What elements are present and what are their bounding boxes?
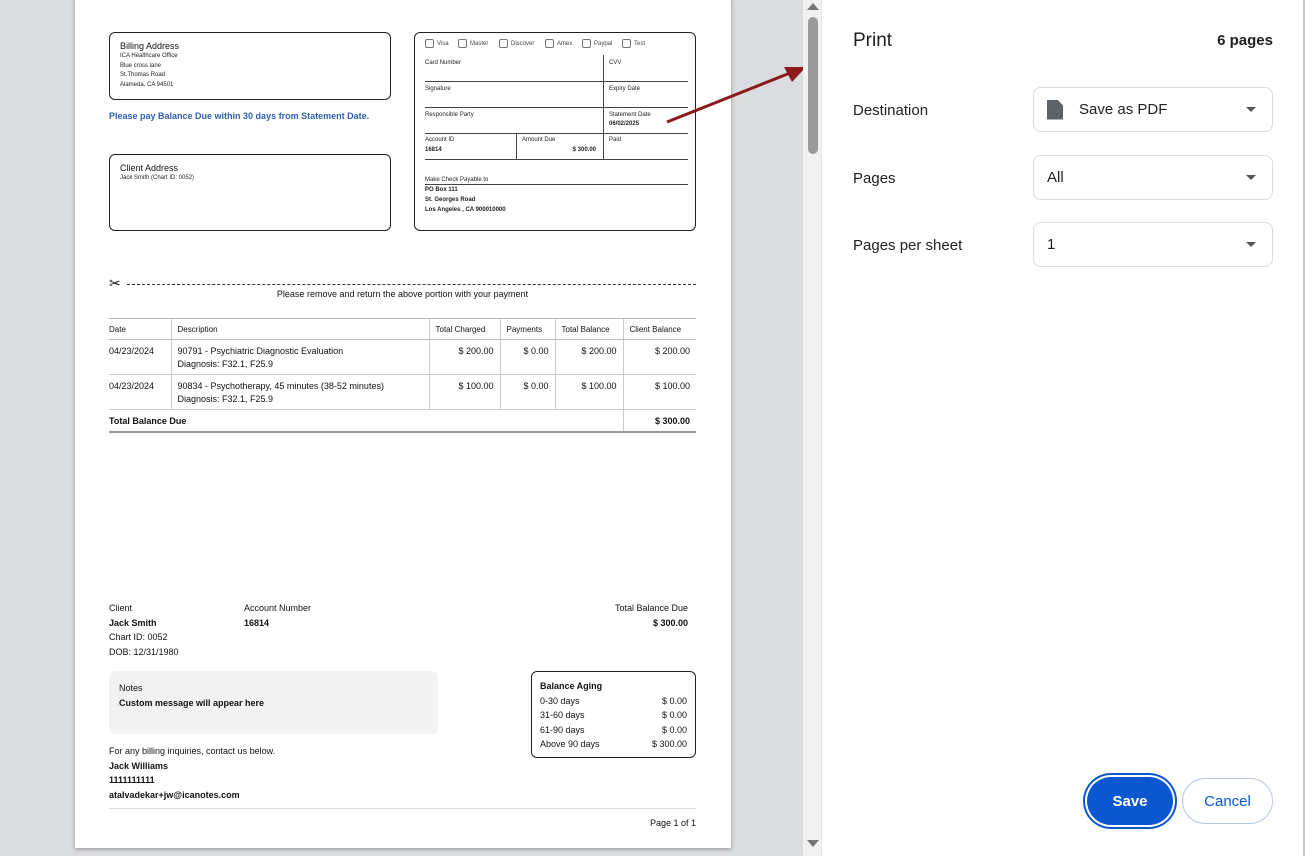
- notes-label: Notes: [119, 683, 143, 693]
- balance-aging-box: Balance Aging 0-30 days $ 0.00 31-60 days…: [531, 671, 696, 758]
- checkbox-icon: [582, 39, 591, 48]
- checkbox-icon: [425, 39, 434, 48]
- print-settings-panel: Print 6 pages Destination Save as PDF Pa…: [822, 0, 1303, 856]
- scissors-icon: ✂: [109, 275, 121, 291]
- billing-address-line: Alameda, CA 94501: [120, 81, 174, 88]
- contact-block: For any billing inquiries, contact us be…: [109, 744, 275, 802]
- col-header-total-balance: Total Balance: [554, 318, 623, 340]
- annotation-arrow-icon: [666, 67, 806, 124]
- cvv-label: CVV: [609, 60, 622, 66]
- amount-due: $ 300.00: [572, 147, 596, 153]
- dropdown-caret-icon: [1246, 242, 1256, 247]
- check-payable-line: PO Box 111: [425, 187, 458, 193]
- aging-row: 0-30 days $ 0.00: [540, 695, 687, 706]
- check-payable-line: Los Angeles , CA 900010000: [425, 207, 506, 213]
- print-title: Print: [853, 30, 893, 51]
- destination-value: Save as PDF: [1079, 101, 1168, 118]
- pages-per-sheet-select[interactable]: 1: [1033, 222, 1273, 267]
- pages-value: All: [1047, 169, 1064, 186]
- account-id: 16814: [425, 147, 442, 153]
- page-number: Page 1 of 1: [649, 818, 696, 828]
- account-id-label: Account ID: [425, 137, 455, 143]
- total-balance-due: $ 300.00: [652, 617, 688, 628]
- card-option-master[interactable]: Master: [458, 39, 488, 48]
- statement-date: 06/02/2025: [609, 121, 640, 127]
- dropdown-caret-icon: [1246, 175, 1256, 180]
- destination-select[interactable]: Save as PDF: [1033, 87, 1273, 132]
- col-header-description: Description: [170, 318, 429, 340]
- client-name: Jack Smith: [109, 617, 157, 628]
- aging-row: Above 90 days $ 300.00: [540, 739, 687, 749]
- pages-per-sheet-label: Pages per sheet: [853, 237, 963, 254]
- contact-name: Jack Williams: [109, 760, 168, 771]
- paid-label: Paid: [609, 137, 622, 143]
- cut-line: [127, 284, 696, 285]
- checkbox-icon: [622, 39, 631, 48]
- col-header-total-charged: Total Charged: [428, 318, 500, 340]
- contact-phone: 1111111111: [109, 775, 155, 785]
- card-option-test[interactable]: Test: [622, 39, 645, 48]
- account-number: 16814: [244, 617, 270, 628]
- checkbox-icon: [499, 39, 508, 48]
- pages-per-sheet-value: 1: [1047, 236, 1056, 253]
- total-row: Total Balance Due $ 300.00: [109, 409, 696, 433]
- cancel-button[interactable]: Cancel: [1182, 778, 1273, 824]
- save-button[interactable]: Save: [1087, 777, 1173, 825]
- amount-due-label: Amount Due: [522, 137, 556, 143]
- chart-id: Chart ID: 0052: [109, 632, 168, 642]
- notes-box: Notes Custom message will appear here: [109, 671, 438, 734]
- destination-label: Destination: [853, 102, 929, 119]
- col-header-client-balance: Client Balance: [622, 318, 696, 340]
- print-preview-area: Billing Address ICA Healthcare Office Bl…: [0, 0, 806, 856]
- page-count: 6 pages: [1217, 32, 1273, 49]
- card-number-label: Card Number: [425, 60, 462, 66]
- client-address-line: Jack Smith (Chart ID: 0052): [120, 175, 195, 181]
- table-row: 04/23/2024 90834 - Psychotherapy, 45 min…: [109, 374, 696, 410]
- table-row: 04/23/2024 90791 - Psychiatric Diagnosti…: [109, 339, 696, 375]
- billing-address-box: Billing Address ICA Healthcare Office Bl…: [109, 32, 391, 100]
- card-option-paypal[interactable]: Paypal: [582, 39, 612, 48]
- checkbox-icon: [545, 39, 554, 48]
- card-option-visa[interactable]: Visa: [425, 39, 449, 48]
- dropdown-caret-icon: [1246, 107, 1256, 112]
- total-summary: Total Balance Due $ 300.00: [575, 601, 688, 630]
- scroll-up-icon[interactable]: [807, 3, 819, 10]
- cut-notice: Please remove and return the above porti…: [276, 289, 529, 299]
- client-summary: Client Jack Smith Chart ID: 0052 DOB: 12…: [109, 601, 179, 659]
- aging-row: 61-90 days $ 0.00: [540, 724, 687, 735]
- billing-address-title: Billing Address: [120, 41, 180, 51]
- statement-page: Billing Address ICA Healthcare Office Bl…: [75, 0, 731, 848]
- statement-table: Date Description Total Charged Payments …: [109, 318, 696, 433]
- signature-label: Signature: [425, 86, 451, 92]
- col-header-date: Date: [109, 318, 171, 340]
- billing-address-line: ICA Healthcare Office: [120, 53, 178, 59]
- contact-email: atalvadekar+jw@icanotes.com: [109, 789, 240, 800]
- pay-notice: Please pay Balance Due within 30 days fr…: [109, 111, 370, 121]
- pages-select[interactable]: All: [1033, 155, 1273, 200]
- dob: DOB: 12/31/1980: [109, 646, 179, 657]
- responsible-label: Responsible Party: [425, 112, 474, 118]
- billing-address-line: St.Thomas Road: [120, 72, 166, 78]
- scroll-thumb[interactable]: [808, 17, 818, 154]
- notes-text: Custom message will appear here: [119, 698, 265, 708]
- document-icon: [1047, 99, 1063, 120]
- pages-label: Pages: [853, 170, 896, 187]
- billing-address-line: Blue cross lane: [120, 62, 162, 69]
- checkbox-icon: [458, 39, 467, 48]
- card-option-amex[interactable]: Amex: [545, 39, 572, 48]
- card-option-discover[interactable]: Discover: [499, 39, 534, 48]
- expiry-label: Expiry Date: [609, 86, 641, 92]
- client-address-title: Client Address: [120, 163, 179, 173]
- payment-box: Visa Master Discover Amex Paypal Test Ca…: [414, 32, 696, 231]
- account-summary: Account Number 16814: [244, 601, 311, 630]
- check-payable-line: St. Georges Road: [425, 197, 476, 203]
- balance-aging-title: Balance Aging: [540, 681, 603, 691]
- scroll-down-icon[interactable]: [807, 840, 819, 847]
- client-address-box: Client Address Jack Smith (Chart ID: 005…: [109, 154, 391, 231]
- preview-scrollbar[interactable]: [803, 0, 822, 856]
- col-header-payments: Payments: [499, 318, 555, 340]
- aging-row: 31-60 days $ 0.00: [540, 710, 687, 720]
